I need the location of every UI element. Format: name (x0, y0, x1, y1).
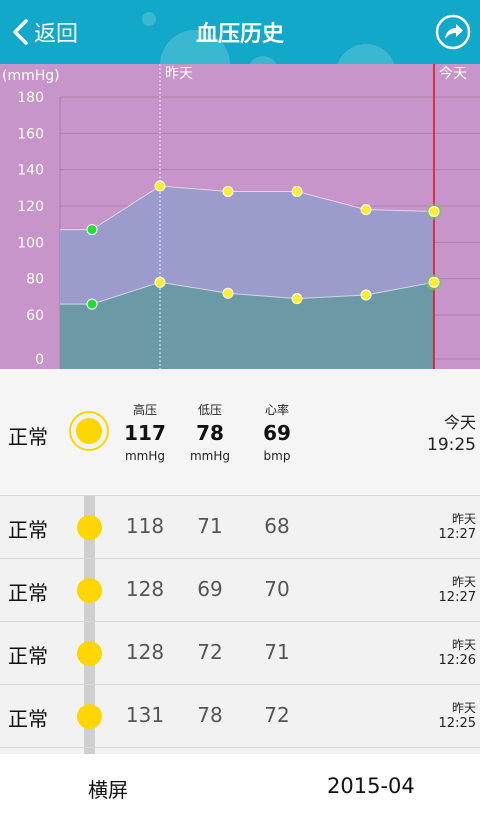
sys-value: 128 (125, 640, 165, 664)
record-day: 今天 (443, 413, 476, 432)
hr-value: 69 (263, 421, 291, 445)
record-day: 昨天 (451, 512, 476, 526)
systolic-point (222, 185, 234, 197)
y-tick-label: 80 (26, 272, 44, 288)
page-title: 血压历史 (195, 22, 284, 47)
dia-value: 78 (197, 703, 223, 727)
record-time: 12:26 (438, 653, 476, 668)
status-label: 正常 (8, 644, 48, 668)
record-dot (77, 641, 102, 666)
record-row[interactable]: 正常 131 78 72 昨天 12:25 (0, 685, 480, 748)
y-tick-label: 140 (17, 163, 44, 179)
diastolic-point (428, 276, 440, 288)
dia-value: 69 (197, 577, 223, 601)
record-dot (77, 704, 102, 729)
record-list: 正常 高压 低压 心率 117 78 69 mmHg mmHg bmp 今天 1… (0, 369, 480, 754)
today-marker-label: 今天 (439, 66, 467, 82)
y-tick-label: 160 (17, 126, 44, 142)
status-label: 正常 (8, 581, 48, 605)
hr-value: 72 (264, 703, 290, 727)
y-tick-label: 0 (35, 352, 44, 368)
landscape-button[interactable]: 横屏 (88, 774, 128, 803)
month-selector[interactable]: 2015-04 (327, 774, 415, 798)
y-tick-label: 60 (26, 308, 44, 324)
record-day: 昨天 (451, 638, 476, 652)
record-row[interactable]: 正常 128 72 71 昨天 12:26 (0, 622, 480, 685)
record-time: 19:25 (427, 435, 476, 455)
record-time: 12:25 (438, 716, 476, 731)
decor-bubble (248, 56, 278, 64)
share-icon[interactable] (434, 13, 472, 51)
dia-value: 78 (196, 421, 224, 445)
y-tick-label: 120 (17, 199, 44, 215)
diastolic-point (222, 287, 234, 299)
sys-unit: mmHg (124, 449, 166, 463)
record-day: 昨天 (451, 575, 476, 589)
diastolic-point (291, 293, 303, 305)
sys-value: 117 (124, 421, 166, 445)
diastolic-point (360, 289, 372, 301)
systolic-point (291, 185, 303, 197)
sys-value: 118 (125, 514, 165, 538)
status-label: 正常 (8, 425, 48, 449)
hr-header: 心率 (264, 403, 289, 417)
sys-value: 128 (125, 577, 165, 601)
hr-value: 70 (264, 577, 290, 601)
diastolic-point (86, 298, 98, 310)
bottom-bar: 横屏 2015-04 (0, 754, 480, 817)
systolic-point (86, 224, 98, 236)
record-dot-selected (69, 411, 109, 451)
sys-header: 高压 (132, 403, 157, 417)
record-row-latest[interactable]: 正常 高压 低压 心率 117 78 69 mmHg mmHg bmp 今天 1… (0, 369, 480, 496)
record-time: 12:27 (438, 590, 476, 605)
record-dot-inner (76, 418, 102, 444)
record-dot (77, 515, 102, 540)
status-label: 正常 (8, 707, 48, 731)
record-time: 12:27 (438, 527, 476, 542)
dia-header: 低压 (197, 403, 222, 417)
yesterday-marker-label: 昨天 (165, 66, 193, 82)
hr-unit: bmp (263, 449, 291, 463)
record-day: 昨天 (451, 701, 476, 715)
record-dot (77, 578, 102, 603)
sys-value: 131 (125, 703, 165, 727)
bp-history-chart: (mmHg) 0 60 80 100 120 140 160 180 昨天 今天 (0, 64, 480, 369)
y-tick-label: 100 (17, 235, 44, 251)
hr-value: 68 (264, 514, 290, 538)
record-row[interactable]: 正常 118 71 68 昨天 12:27 (0, 496, 480, 559)
y-tick-label: 180 (17, 90, 44, 106)
dia-value: 72 (197, 640, 223, 664)
chart-svg: (mmHg) 0 60 80 100 120 140 160 180 昨天 今天 (0, 64, 480, 369)
record-row[interactable]: 正常 128 69 70 昨天 12:27 (0, 559, 480, 622)
systolic-point (154, 180, 166, 192)
y-axis-label: (mmHg) (2, 68, 60, 84)
dia-value: 71 (197, 514, 223, 538)
systolic-point (428, 205, 440, 217)
dia-unit: mmHg (189, 449, 231, 463)
systolic-point (360, 204, 372, 216)
hr-value: 71 (264, 640, 290, 664)
diastolic-point (154, 276, 166, 288)
status-label: 正常 (8, 518, 48, 542)
app-header: 返回 血压历史 (0, 0, 480, 64)
